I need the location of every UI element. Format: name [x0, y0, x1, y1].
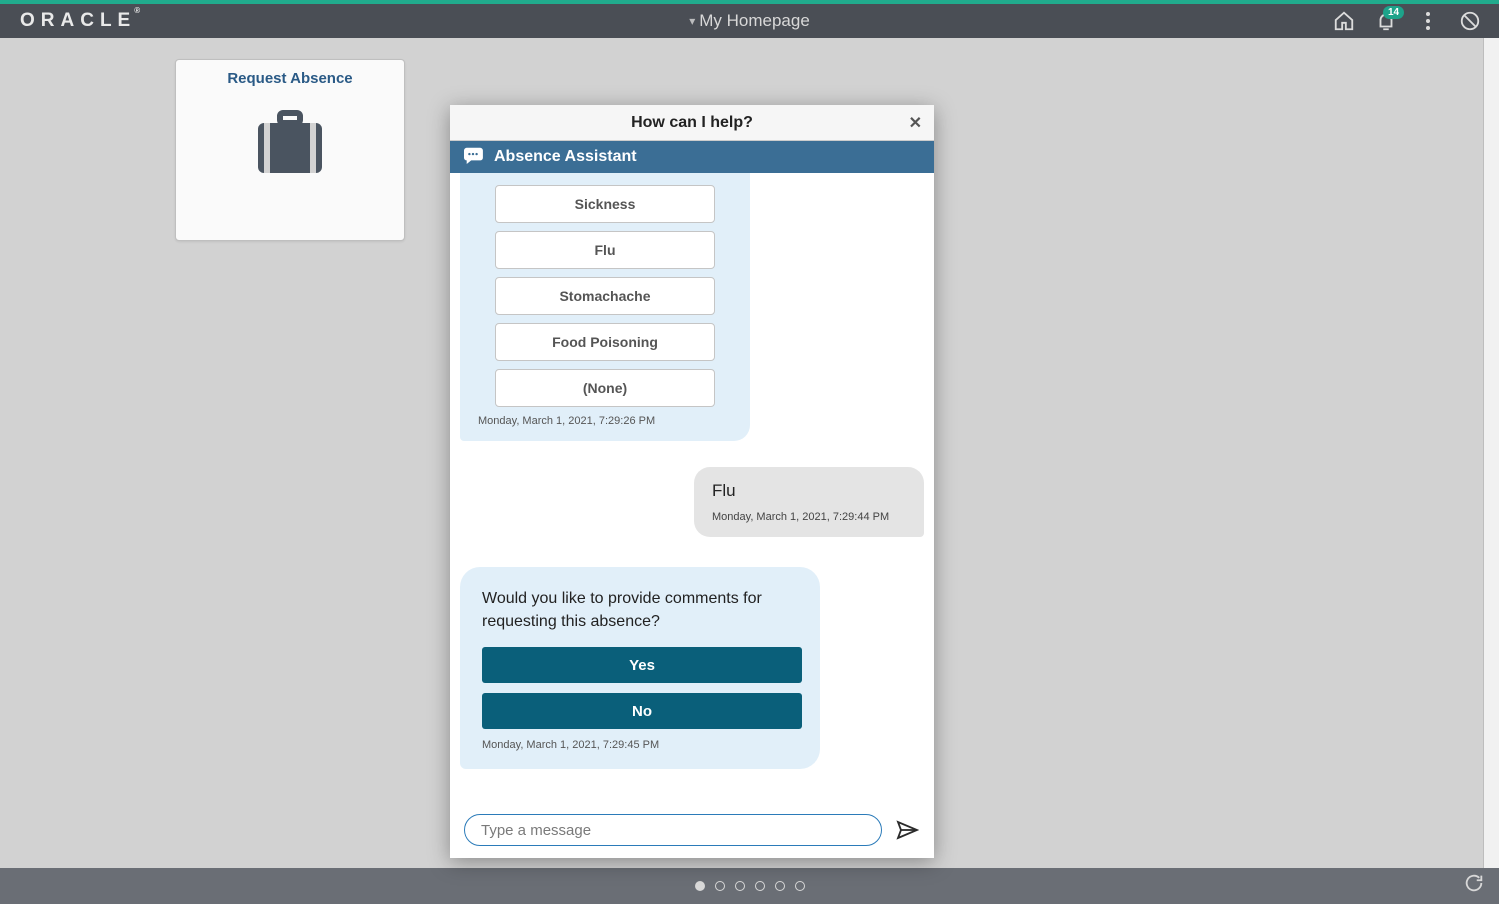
- chat-subheader: Absence Assistant: [450, 141, 934, 173]
- chat-scroll-area[interactable]: Choose a reason for the absence Sickness…: [450, 173, 934, 802]
- bot-message-comments: Would you like to provide comments for r…: [460, 567, 820, 769]
- page-dot-6[interactable]: [795, 881, 805, 891]
- notifications-icon[interactable]: 14: [1373, 8, 1399, 34]
- reason-prompt: Choose a reason for the absence: [478, 173, 732, 177]
- option-food-poisoning[interactable]: Food Poisoning: [495, 323, 715, 361]
- option-stomachache[interactable]: Stomachache: [495, 277, 715, 315]
- no-button[interactable]: No: [482, 693, 802, 729]
- suitcase-icon: [176, 109, 404, 186]
- tile-title: Request Absence: [176, 70, 404, 87]
- chat-title: How can I help?: [631, 114, 753, 132]
- actions-menu-icon[interactable]: [1415, 8, 1441, 34]
- yes-button[interactable]: Yes: [482, 647, 802, 683]
- homepage-title-text: My Homepage: [699, 11, 810, 31]
- option-none[interactable]: (None): [495, 369, 715, 407]
- top-bar: ORACLE® ▾ My Homepage 14: [0, 0, 1499, 38]
- navbar-icon[interactable]: [1457, 8, 1483, 34]
- home-icon[interactable]: [1331, 8, 1357, 34]
- notification-badge: 14: [1383, 6, 1404, 19]
- bot-message-reasons: Choose a reason for the absence Sickness…: [460, 173, 750, 441]
- send-icon[interactable]: [894, 817, 920, 843]
- page-dot-5[interactable]: [775, 881, 785, 891]
- refresh-icon[interactable]: [1463, 872, 1485, 900]
- chevron-down-icon: ▾: [689, 14, 695, 28]
- message-input[interactable]: [464, 814, 882, 846]
- page-dot-2[interactable]: [715, 881, 725, 891]
- page-dot-4[interactable]: [755, 881, 765, 891]
- user-reply-text: Flu: [712, 481, 906, 501]
- user-reply-timestamp: Monday, March 1, 2021, 7:29:44 PM: [712, 511, 906, 523]
- user-message: Flu Monday, March 1, 2021, 7:29:44 PM: [694, 467, 924, 537]
- page-dot-1[interactable]: [695, 881, 705, 891]
- page-dots[interactable]: [695, 881, 805, 891]
- chat-bubble-icon: [462, 146, 484, 169]
- page-dot-3[interactable]: [735, 881, 745, 891]
- homepage-dropdown[interactable]: ▾ My Homepage: [689, 11, 810, 31]
- reason-timestamp: Monday, March 1, 2021, 7:29:26 PM: [478, 415, 732, 427]
- option-flu[interactable]: Flu: [495, 231, 715, 269]
- homepage-canvas: Request Absence How can I help? ✕ Absenc…: [0, 38, 1499, 868]
- tile-request-absence[interactable]: Request Absence: [175, 59, 405, 241]
- comments-timestamp: Monday, March 1, 2021, 7:29:45 PM: [482, 739, 798, 751]
- footer-bar: [0, 868, 1499, 904]
- close-icon[interactable]: ✕: [909, 113, 922, 133]
- chat-modal: How can I help? ✕ Absence Assistant Choo…: [450, 105, 934, 858]
- option-sickness[interactable]: Sickness: [495, 185, 715, 223]
- page-scrollbar[interactable]: [1483, 38, 1499, 868]
- assistant-name: Absence Assistant: [494, 148, 637, 166]
- chat-header: How can I help? ✕: [450, 105, 934, 141]
- brand-logo: ORACLE®: [20, 10, 140, 32]
- chat-input-row: [450, 802, 934, 858]
- comments-question: Would you like to provide comments for r…: [482, 587, 798, 633]
